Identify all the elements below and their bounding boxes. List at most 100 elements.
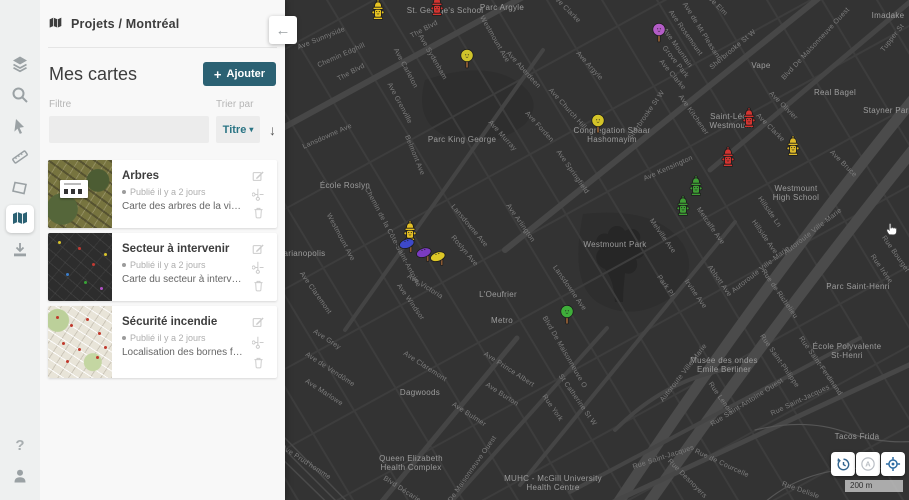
delete-icon[interactable]: [252, 356, 265, 369]
card-body: Secteur à intervenir Publié il y a 2 jou…: [112, 233, 245, 301]
tree-marker[interactable]: [461, 49, 473, 68]
search-icon[interactable]: [6, 81, 34, 109]
hydrant-marker[interactable]: [677, 196, 689, 215]
edit-icon[interactable]: [252, 169, 265, 182]
map-label: Ave Claremont: [298, 271, 332, 316]
maps-icon[interactable]: [6, 205, 34, 233]
filter-input[interactable]: [49, 116, 209, 143]
filter-label: Filtre: [49, 99, 209, 110]
map-label: Vape: [751, 61, 771, 70]
svg-text:A: A: [865, 460, 871, 469]
fallen-tree-marker[interactable]: [415, 246, 432, 261]
card-thumbnail[interactable]: [48, 306, 112, 378]
layers-icon[interactable]: [6, 50, 34, 78]
map-label: Tacos Frida: [835, 432, 880, 441]
status-dot-icon: [122, 336, 126, 340]
hydrant-marker[interactable]: [372, 0, 384, 19]
sort-label: Trier par: [216, 99, 276, 110]
map-label: Ave Claremont: [402, 350, 448, 383]
map-scale: 200 m: [845, 480, 903, 492]
map-label: Metro: [491, 316, 513, 325]
tree-marker[interactable]: [561, 305, 573, 324]
hydrant-marker[interactable]: [431, 0, 443, 15]
breadcrumb: Projets / Montréal: [48, 0, 277, 48]
card-description: Carte des arbres de la ville.: [122, 201, 243, 212]
polygon-icon[interactable]: [6, 174, 34, 202]
map-label: École Roslyn: [320, 181, 370, 190]
map-label: St. George's School: [407, 6, 484, 15]
filter-group: Filtre: [49, 99, 209, 143]
compass-a-icon: A: [859, 455, 877, 473]
edit-icon[interactable]: [252, 315, 265, 328]
sort-group: Trier par Titre ▾ ↓: [216, 99, 276, 143]
map-label: Stayner Park: [863, 106, 909, 115]
delete-icon[interactable]: [252, 206, 265, 219]
measure-icon[interactable]: [6, 143, 34, 171]
add-map-button[interactable]: + Ajouter: [203, 62, 276, 86]
map-label: Roslyn Ave: [449, 234, 479, 268]
map-label: Real Bagel: [814, 88, 856, 97]
map-label: Marianopolis: [285, 249, 325, 258]
add-map-label: Ajouter: [227, 68, 266, 80]
tree-marker[interactable]: [653, 23, 665, 42]
card-title: Arbres: [122, 170, 243, 182]
history-button[interactable]: [831, 452, 855, 476]
compass-button[interactable]: A: [856, 452, 880, 476]
map-canvas[interactable]: St. George's SchoolParc ArgyleParc King …: [285, 0, 909, 500]
map-label: Rue Saint-Jacques: [770, 384, 831, 418]
map-label: Westmount Park: [583, 240, 647, 249]
map-road: [865, 0, 909, 500]
share-icon[interactable]: [252, 336, 265, 349]
card-thumbnail[interactable]: [48, 160, 112, 228]
map-road: [607, 352, 909, 500]
basemap-svg[interactable]: St. George's SchoolParc ArgyleParc King …: [285, 0, 909, 500]
map-card-securite[interactable]: Sécurité incendie Publié il y a 2 jours …: [48, 306, 277, 378]
hydrant-marker[interactable]: [690, 176, 702, 195]
share-icon[interactable]: [252, 188, 265, 201]
map-label: Musée des ondesEmile Berliner: [690, 356, 758, 374]
map-label: Ave Argyle: [574, 50, 604, 82]
status-dot-icon: [122, 190, 126, 194]
download-icon[interactable]: [6, 236, 34, 264]
map-card-arbres[interactable]: Arbres Publié il y a 2 jours Carte des a…: [48, 160, 277, 228]
map-label: The Blvd: [336, 63, 366, 83]
card-thumbnail[interactable]: [48, 233, 112, 301]
hydrant-marker[interactable]: [787, 136, 799, 155]
map-label: Metcalfe Ave: [695, 206, 726, 246]
section-title: Mes cartes: [49, 64, 137, 85]
user-icon[interactable]: [6, 462, 34, 490]
card-actions: [245, 233, 277, 301]
sort-value: Titre: [223, 124, 247, 136]
sort-select[interactable]: Titre ▾: [216, 116, 260, 143]
chevron-down-icon: ▾: [249, 125, 253, 134]
edit-icon[interactable]: [252, 242, 265, 255]
tool-rail: ?: [0, 0, 40, 500]
delete-icon[interactable]: [252, 279, 265, 292]
pointer-icon[interactable]: [6, 112, 34, 140]
share-icon[interactable]: [252, 261, 265, 274]
map-card-secteur[interactable]: Secteur à intervenir Publié il y a 2 jou…: [48, 233, 277, 301]
locate-button[interactable]: [881, 452, 905, 476]
fallen-tree-marker[interactable]: [429, 250, 446, 265]
map-label: Parc King George: [428, 135, 497, 144]
map-label: L'Oeufrier: [479, 290, 517, 299]
map-label: Belmont Ave: [403, 134, 425, 176]
map-label: Queen ElizabethHealth Complex: [379, 454, 443, 472]
card-description: Localisation des bornes fontaine.: [122, 347, 243, 358]
map-label: Ave Burton: [484, 382, 519, 408]
collapse-sidebar-button[interactable]: ←: [269, 16, 297, 44]
projects-panel: Projets / Montréal Mes cartes + Ajouter …: [40, 0, 285, 500]
page-title: Projets / Montréal: [71, 17, 179, 31]
map-label: Ave Elm: [704, 0, 729, 17]
status-dot-icon: [122, 263, 126, 267]
card-actions: [245, 306, 277, 378]
map-label: Ave Forden: [523, 110, 554, 144]
card-actions: [245, 160, 277, 228]
map-label: Lansdowne Ave: [302, 123, 353, 151]
card-status: Publié il y a 2 jours: [122, 187, 243, 197]
map-label: WestmountHigh School: [773, 184, 819, 202]
arrow-left-icon: ←: [276, 22, 291, 39]
sort-direction-icon[interactable]: ↓: [269, 123, 276, 137]
help-icon[interactable]: ?: [6, 431, 34, 459]
card-status: Publié il y a 2 jours: [122, 333, 243, 343]
